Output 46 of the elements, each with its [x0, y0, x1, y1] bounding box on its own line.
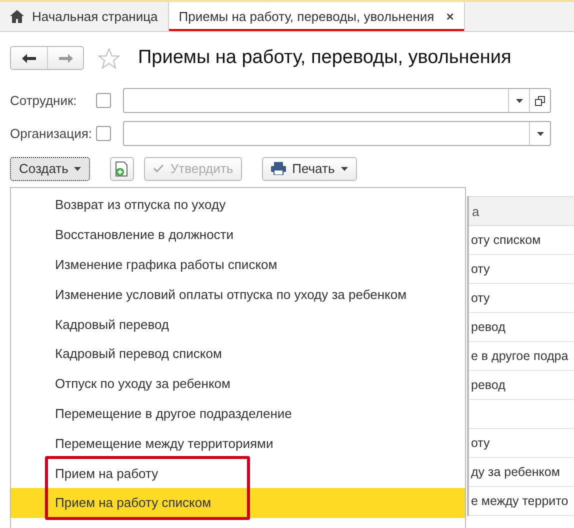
- table-cell: оту списком: [471, 233, 541, 247]
- caret-icon: [74, 166, 82, 170]
- field-label: Сотрудник:: [10, 93, 78, 108]
- menu-item[interactable]: Прием на работу: [11, 458, 465, 488]
- table-cell: оту: [471, 436, 490, 450]
- forward-arrow-icon: [58, 54, 72, 62]
- add-document-button[interactable]: [110, 156, 134, 180]
- menu-item[interactable]: Восстановление в должности: [11, 220, 465, 250]
- menu-item[interactable]: Возврат из отпуска по уходу: [11, 190, 465, 220]
- star-icon[interactable]: [98, 48, 120, 68]
- home-icon: [10, 10, 24, 23]
- menu-item[interactable]: Кадровый перевод: [11, 309, 465, 339]
- input-field[interactable]: [123, 121, 551, 146]
- column-header: а: [469, 196, 574, 226]
- menu-item[interactable]: Изменение графика работы списком: [11, 250, 465, 280]
- menu-item[interactable]: Перемещение в другое подразделение: [11, 398, 465, 428]
- menu-item[interactable]: Прием на работу списком: [11, 488, 465, 518]
- checkbox[interactable]: [96, 126, 111, 141]
- print-button[interactable]: Печать: [262, 156, 357, 180]
- table-cell: е между террито: [471, 494, 568, 508]
- table-cell: ду за ребенком: [471, 465, 560, 479]
- close-icon[interactable]: ×: [446, 9, 454, 24]
- table-cell: ревод: [471, 378, 506, 392]
- table-cell: ревод: [471, 320, 506, 334]
- table-cell: оту: [471, 291, 490, 305]
- input-field[interactable]: [123, 88, 551, 113]
- back-arrow-icon: [22, 54, 36, 62]
- create-button[interactable]: Создать: [10, 156, 90, 180]
- menu-item[interactable]: Отпуск по уходу за ребенком: [11, 368, 465, 399]
- menu-item[interactable]: Перемещение между территориями: [11, 428, 465, 458]
- check-icon: [153, 164, 164, 173]
- page-title: Приемы на работу, переводы, увольнения: [138, 47, 512, 69]
- caret-icon: [516, 98, 522, 102]
- table-cell: оту: [471, 262, 490, 276]
- caret-icon: [340, 166, 348, 170]
- caret-icon: [536, 132, 544, 136]
- table-cell: е в другое подра: [471, 349, 568, 363]
- printer-icon: [271, 162, 286, 175]
- tab[interactable]: Начальная страница: [0, 2, 169, 31]
- checkbox[interactable]: [96, 93, 111, 108]
- tab[interactable]: Приемы на работу, переводы, увольнения ×: [168, 2, 465, 31]
- open-window-icon: [535, 96, 545, 106]
- menu-item[interactable]: Изменение условий оплаты отпуска по уходу за ребенком: [11, 279, 465, 310]
- field-label: Организация:: [10, 126, 94, 141]
- add-document-icon: [115, 160, 130, 176]
- menu-item[interactable]: Кадровый перевод списком: [11, 338, 465, 369]
